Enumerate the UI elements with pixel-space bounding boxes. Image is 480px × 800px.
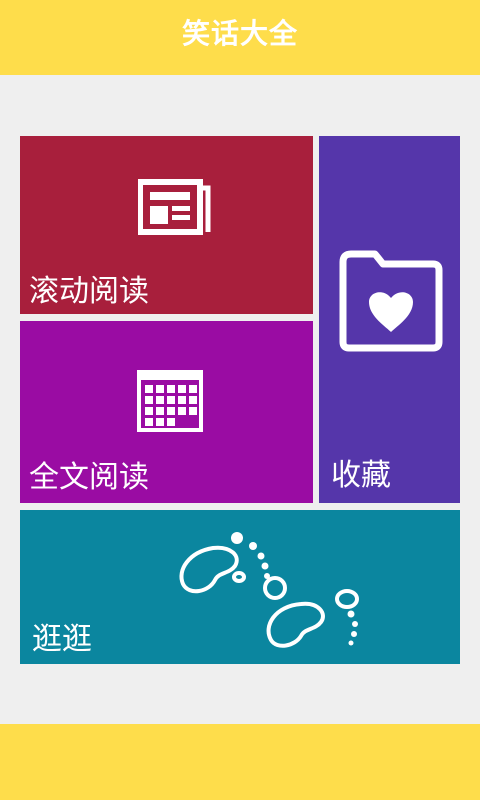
tile-scroll-read-label: 滚动阅读 bbox=[29, 274, 149, 309]
calendar-icon bbox=[137, 370, 203, 432]
tile-browse[interactable]: 逛逛 bbox=[20, 510, 460, 664]
footprints-icon bbox=[179, 532, 359, 648]
tile-browse-label: 逛逛 bbox=[32, 622, 92, 657]
tile-fulltext-read-label: 全文阅读 bbox=[29, 460, 149, 495]
app-title: 笑话大全 bbox=[181, 17, 298, 50]
app-header: 笑话大全 bbox=[0, 0, 480, 75]
heart-folder-icon bbox=[339, 250, 443, 352]
app-footer bbox=[0, 724, 480, 800]
tile-scroll-read[interactable]: 滚动阅读 bbox=[20, 136, 313, 314]
tile-fulltext-read[interactable]: 全文阅读 bbox=[20, 321, 313, 503]
tile-favorites-label: 收藏 bbox=[331, 458, 391, 493]
tile-favorites[interactable]: 收藏 bbox=[319, 136, 460, 503]
newspaper-icon bbox=[138, 179, 211, 235]
